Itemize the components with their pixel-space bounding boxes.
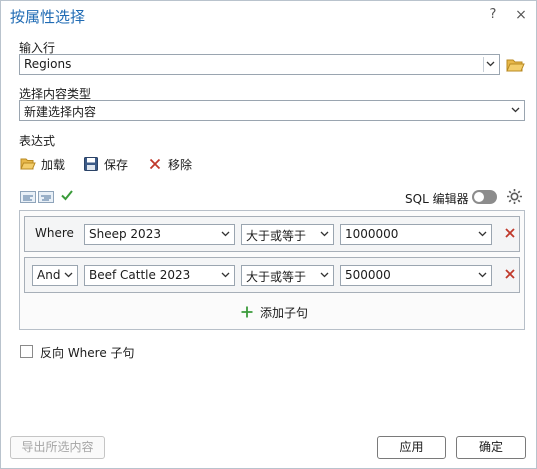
chevron-down-icon [218, 268, 232, 283]
clause-value: 1000000 [345, 227, 399, 241]
load-label: 加载 [41, 157, 66, 172]
chevron-down-icon [475, 227, 489, 242]
export-selection-button[interactable]: 导出所选内容 [10, 436, 105, 459]
chevron-down-icon [61, 268, 75, 283]
connector-value: And [37, 268, 61, 282]
remove-clause-icon[interactable] [503, 224, 517, 242]
browse-folder-icon[interactable] [506, 57, 525, 73]
field-value: Beef Cattle 2023 [89, 268, 191, 282]
invert-where-label: 反向 Where 子句 [40, 346, 135, 360]
clause-mode-icon[interactable] [20, 191, 36, 203]
add-clause-button[interactable]: 添加子句 [240, 303, 308, 321]
clause-connector-where: Where [35, 226, 74, 240]
expression-label: 表达式 [19, 134, 56, 148]
add-clause-label: 添加子句 [260, 305, 309, 320]
clause-row: And Beef Cattle 2023 大于或等于 500000 [24, 257, 520, 293]
field-value: Sheep 2023 [89, 227, 161, 241]
load-button[interactable]: 加载 [20, 155, 65, 173]
operator-value: 大于或等于 [246, 270, 307, 284]
chevron-down-icon [218, 227, 232, 242]
save-label: 保存 [104, 157, 129, 172]
sql-mode-icon[interactable] [38, 191, 54, 203]
remove-button[interactable]: 移除 [147, 155, 192, 173]
save-button[interactable]: 保存 [83, 155, 128, 173]
chevron-down-icon [317, 227, 331, 242]
value-dropdown[interactable]: 1000000 [340, 224, 492, 245]
operator-dropdown[interactable]: 大于或等于 [241, 224, 334, 245]
verify-check-icon[interactable] [60, 188, 74, 202]
chevron-down-icon [483, 57, 497, 72]
value-dropdown[interactable]: 500000 [340, 265, 492, 286]
close-button[interactable]: × [514, 7, 528, 23]
input-rows-dropdown[interactable]: Regions [19, 54, 500, 75]
clause-value: 500000 [345, 268, 391, 282]
gear-icon[interactable] [506, 188, 523, 205]
invert-where-checkbox[interactable] [20, 345, 33, 358]
remove-label: 移除 [168, 157, 193, 172]
field-dropdown[interactable]: Sheep 2023 [84, 224, 235, 245]
clause-row: Where Sheep 2023 大于或等于 1000000 [24, 216, 520, 252]
connector-dropdown[interactable]: And [32, 265, 78, 286]
sql-editor-label: SQL 编辑器 [405, 192, 469, 206]
remove-clause-icon[interactable] [503, 265, 517, 283]
help-button[interactable]: ? [486, 7, 500, 22]
plus-icon [240, 305, 254, 319]
operator-dropdown[interactable]: 大于或等于 [241, 265, 334, 286]
operator-value: 大于或等于 [246, 229, 307, 243]
remove-x-icon [147, 156, 163, 172]
ok-button[interactable]: 确定 [456, 436, 526, 459]
dialog-title: 按属性选择 [10, 8, 86, 26]
chevron-down-icon [317, 268, 331, 283]
chevron-down-icon [475, 268, 489, 283]
save-icon [83, 156, 99, 172]
apply-button[interactable]: 应用 [377, 436, 446, 459]
input-rows-value: Regions [24, 57, 72, 71]
title-bar: 按属性选择 ? × [1, 1, 536, 31]
sql-editor-toggle[interactable] [472, 190, 497, 204]
chevron-down-icon [508, 103, 522, 118]
folder-open-icon [20, 156, 36, 172]
field-dropdown[interactable]: Beef Cattle 2023 [84, 265, 235, 286]
selection-type-dropdown[interactable]: 新建选择内容 [19, 100, 525, 121]
selection-type-value: 新建选择内容 [24, 105, 97, 119]
select-by-attributes-dialog: 按属性选择 ? × 输入行 Regions 选择内容类型 新建选择内容 表达式 [0, 0, 537, 469]
toggle-knob [474, 192, 484, 202]
